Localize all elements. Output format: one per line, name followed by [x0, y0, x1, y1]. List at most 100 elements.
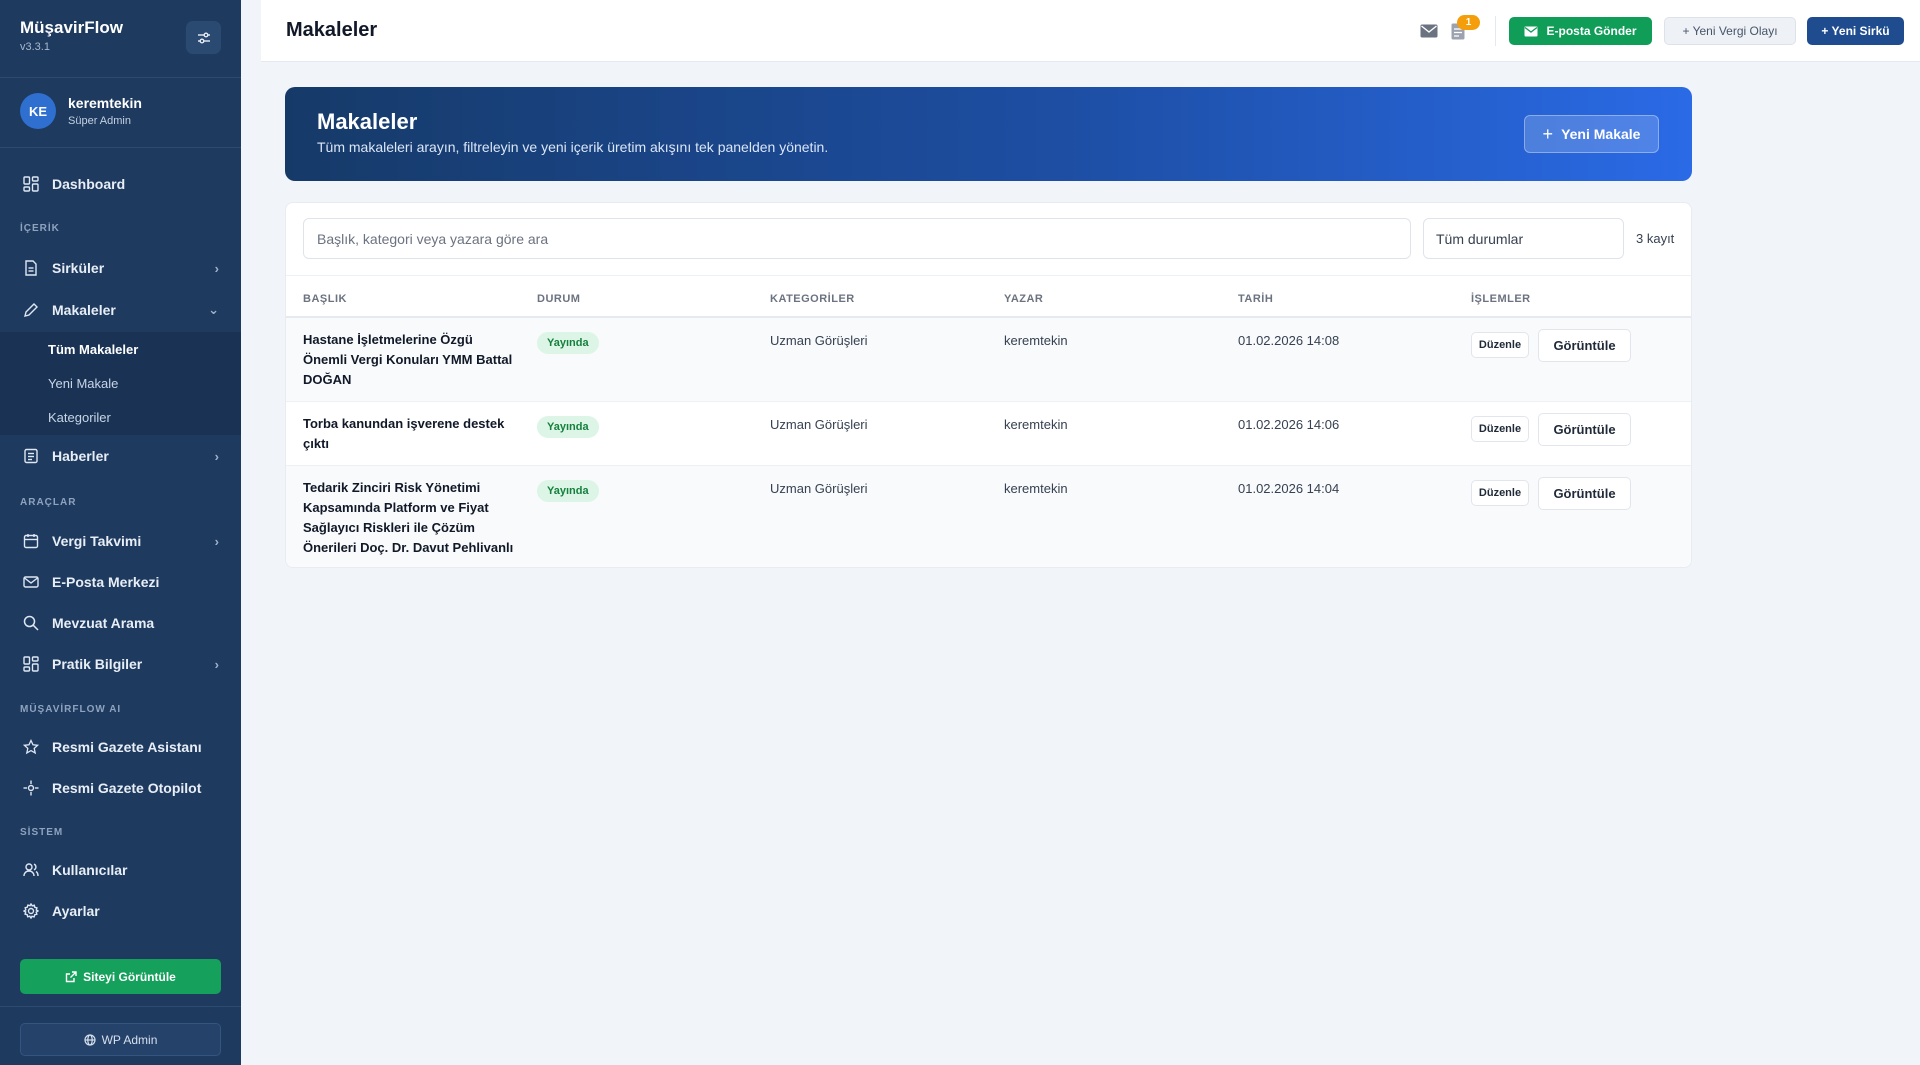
gear-icon	[22, 902, 40, 920]
nav-pratik-bilgiler[interactable]: Pratik Bilgiler ›	[0, 646, 241, 682]
divider	[1495, 16, 1496, 46]
edit-button[interactable]: Düzenle	[1471, 416, 1529, 442]
chevron-right-icon: ›	[214, 260, 219, 276]
wp-admin-button[interactable]: WP Admin	[20, 1023, 221, 1056]
hero-subtitle: Tüm makaleleri arayın, filtreleyin ve ye…	[317, 139, 829, 155]
article-author: keremtekin	[1004, 481, 1068, 496]
article-title[interactable]: Tedarik Zinciri Risk Yönetimi Kapsamında…	[303, 478, 518, 558]
brand-version: v3.3.1	[20, 41, 50, 53]
chevron-down-icon: ⌄	[208, 302, 219, 317]
new-article-label: Yeni Makale	[1561, 126, 1641, 142]
status-filter-select[interactable]: Tüm durumlar	[1423, 218, 1624, 259]
nav-label: Sirküler	[52, 260, 105, 276]
article-category: Uzman Görüşleri	[770, 417, 868, 432]
chevron-right-icon: ›	[214, 533, 219, 549]
sub-item-all[interactable]: Tüm Makaleler	[48, 342, 138, 357]
column-header[interactable]: YAZAR	[1004, 293, 1043, 305]
brand-name: MüşavirFlow	[20, 18, 123, 37]
view-site-button[interactable]: Siteyi Görüntüle	[20, 959, 221, 994]
external-link-icon	[65, 970, 77, 982]
section-label: MÜŞAVİRFLOW AI	[20, 704, 122, 715]
status-badge: Yayında	[537, 416, 599, 438]
wp-admin-label: WP Admin	[101, 1032, 158, 1047]
edit-button[interactable]: Düzenle	[1471, 332, 1529, 358]
brand: MüşavirFlow v3.3.1	[20, 18, 123, 53]
mail-icon	[22, 573, 40, 591]
user-name: keremtekin	[68, 95, 142, 111]
nav-label: Makaleler	[52, 302, 116, 318]
divider	[0, 77, 241, 78]
nav-kullanicilar[interactable]: Kullanıcılar	[0, 852, 241, 888]
chevron-right-icon: ›	[214, 656, 219, 672]
sidebar-toggle-button[interactable]	[186, 21, 221, 54]
news-icon	[22, 447, 40, 465]
nav-haberler[interactable]: Haberler ›	[0, 438, 241, 474]
table-row: Torba kanundan işverene destek çıktı Yay…	[286, 402, 1691, 466]
notification-badge: 1	[1457, 15, 1480, 30]
nav-vergi-takvimi[interactable]: Vergi Takvimi ›	[0, 523, 241, 559]
column-header[interactable]: DURUM	[537, 293, 580, 305]
send-email-button[interactable]: E-posta Gönder	[1509, 17, 1652, 45]
chevron-right-icon: ›	[214, 448, 219, 464]
edit-button[interactable]: Düzenle	[1471, 480, 1529, 506]
star-icon	[22, 738, 40, 756]
article-title[interactable]: Torba kanundan işverene destek çıktı	[303, 414, 518, 454]
mail-icon	[1524, 26, 1538, 36]
grid-icon	[22, 175, 40, 193]
nav-label: Vergi Takvimi	[52, 533, 142, 549]
mail-icon[interactable]	[1418, 20, 1440, 42]
column-header[interactable]: TARİH	[1238, 293, 1273, 305]
nav-gazete-asistani[interactable]: Resmi Gazete Asistanı	[0, 729, 241, 765]
globe-icon	[83, 1033, 96, 1046]
user-role: Süper Admin	[68, 115, 131, 127]
nav-eposta-merkezi[interactable]: E-Posta Merkezi	[0, 564, 241, 600]
search-input[interactable]: Başlık, kategori veya yazara göre ara	[303, 218, 1411, 259]
nav-mevzuat-arama[interactable]: Mevzuat Arama	[0, 605, 241, 641]
nav-label: Resmi Gazete Otopilot	[52, 780, 202, 796]
nav-sirkuler[interactable]: Sirküler ›	[0, 250, 241, 286]
view-button[interactable]: Görüntüle	[1538, 477, 1631, 510]
nav-label: Haberler	[52, 448, 109, 464]
hero-title: Makaleler	[317, 109, 418, 134]
new-article-button[interactable]: + Yeni Makale	[1524, 115, 1659, 153]
sliders-icon	[197, 32, 210, 43]
sidebar: MüşavirFlow v3.3.1 KE keremtekin Süper A…	[0, 0, 241, 1065]
articles-card: Başlık, kategori veya yazara göre ara Tü…	[285, 202, 1692, 568]
section-label: İÇERİK	[20, 223, 60, 234]
nav-label: Pratik Bilgiler	[52, 656, 143, 672]
table-row: Tedarik Zinciri Risk Yönetimi Kapsamında…	[286, 466, 1691, 567]
calendar-icon	[22, 532, 40, 550]
sub-item-categories[interactable]: Kategoriler	[48, 410, 111, 425]
sparkle-icon	[22, 779, 40, 797]
view-button[interactable]: Görüntüle	[1538, 413, 1631, 446]
nav-label: Mevzuat Arama	[52, 615, 155, 631]
pencil-icon	[22, 301, 40, 319]
column-header[interactable]: KATEGORİLER	[770, 293, 855, 305]
column-header[interactable]: BAŞLIK	[303, 293, 347, 305]
record-count: 3 kayıt	[1636, 231, 1675, 246]
view-site-label: Siteyi Görüntüle	[83, 969, 176, 984]
view-button[interactable]: Görüntüle	[1538, 329, 1631, 362]
user-profile[interactable]: KE keremtekin Süper Admin	[20, 93, 142, 129]
column-header: İŞLEMLER	[1471, 293, 1531, 305]
section-label: ARAÇLAR	[20, 497, 77, 508]
nav-ayarlar[interactable]: Ayarlar	[0, 893, 241, 929]
table-header: BAŞLIK DURUM KATEGORİLER YAZAR TARİH İŞL…	[286, 275, 1691, 318]
nav-label: Resmi Gazete Asistanı	[52, 739, 202, 755]
page-title: Makaleler	[286, 19, 378, 41]
nav-gazete-otopilot[interactable]: Resmi Gazete Otopilot	[0, 770, 241, 806]
avatar: KE	[20, 93, 56, 129]
divider	[0, 147, 241, 148]
article-date: 01.02.2026 14:08	[1238, 333, 1340, 348]
hero-banner: Makaleler Tüm makaleleri arayın, filtrel…	[285, 87, 1692, 181]
nav-makaleler[interactable]: Makaleler ⌄	[0, 292, 241, 328]
table-row: Hastane İşletmelerine Özgü Önemli Vergi …	[286, 318, 1691, 402]
new-circular-button[interactable]: + Yeni Sirkü	[1807, 17, 1904, 45]
new-tax-event-button[interactable]: + Yeni Vergi Olayı	[1664, 17, 1796, 45]
nav-dashboard[interactable]: Dashboard	[0, 166, 241, 202]
article-author: keremtekin	[1004, 333, 1068, 348]
sub-item-new[interactable]: Yeni Makale	[48, 376, 118, 391]
article-date: 01.02.2026 14:04	[1238, 481, 1340, 496]
article-category: Uzman Görüşleri	[770, 333, 868, 348]
article-title[interactable]: Hastane İşletmelerine Özgü Önemli Vergi …	[303, 330, 518, 390]
